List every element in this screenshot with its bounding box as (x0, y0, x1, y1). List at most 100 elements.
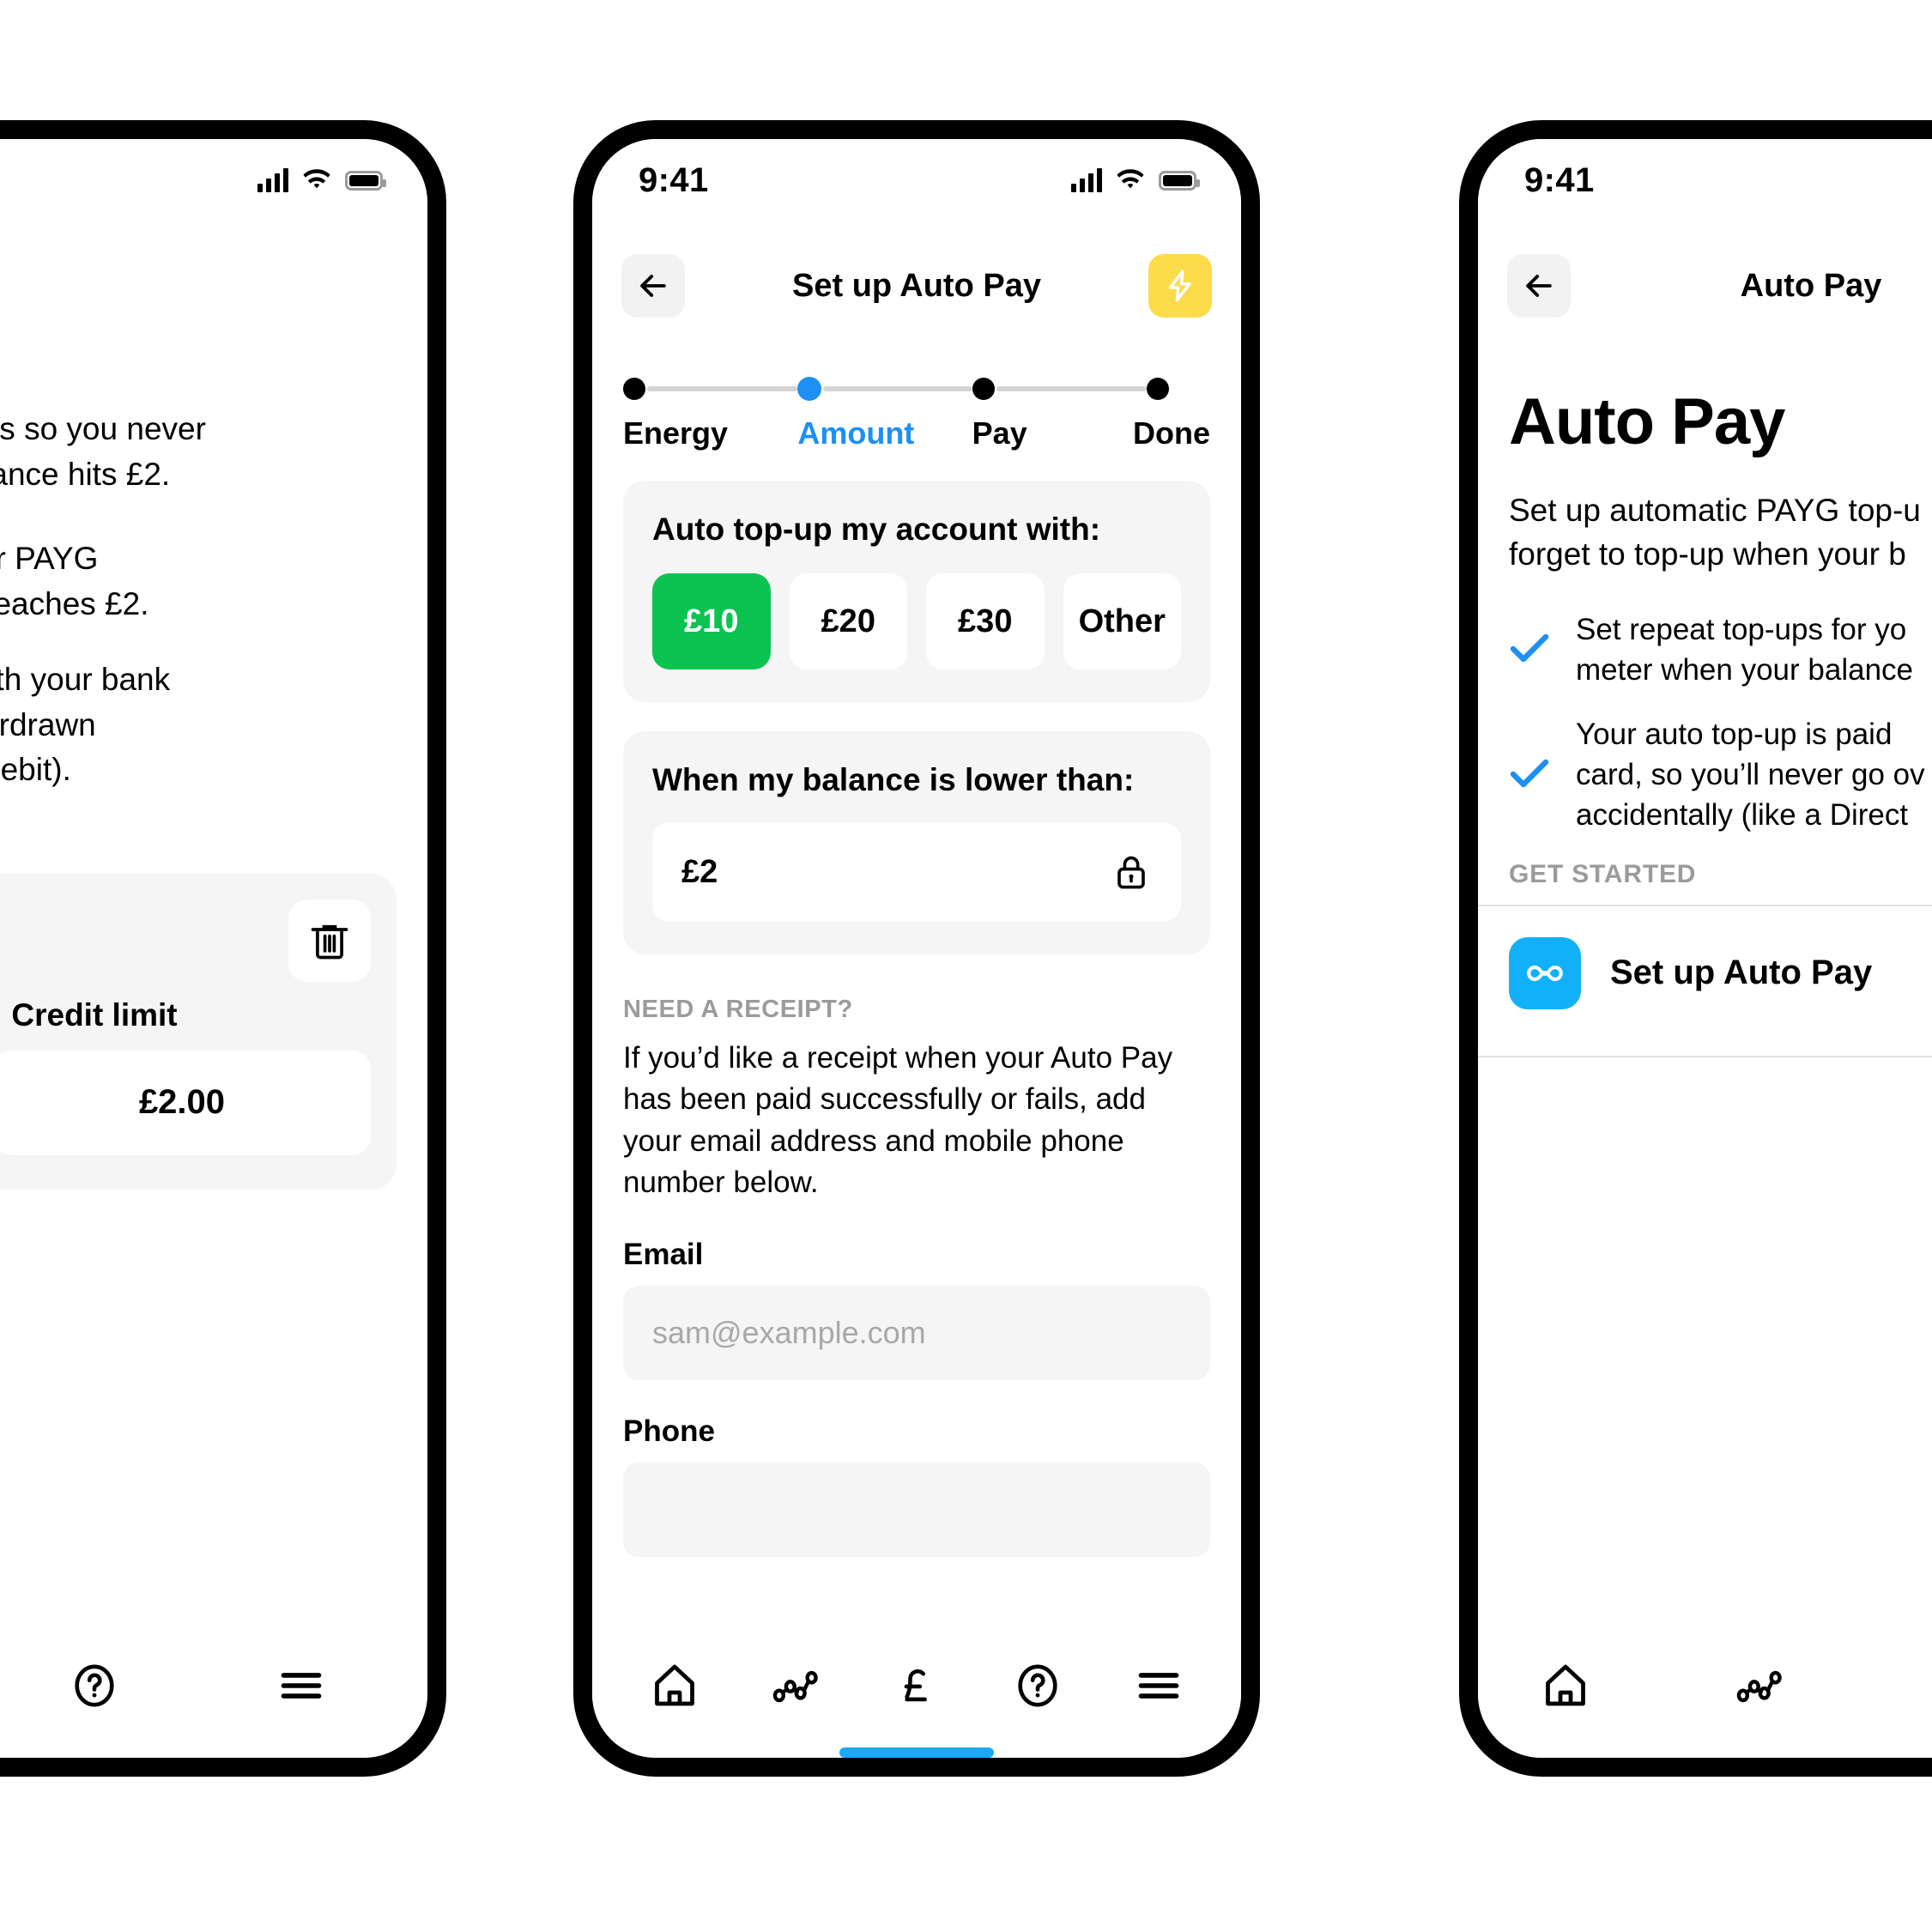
step-dot-active (797, 377, 822, 401)
screen-body-mid: Energy Amount Pay Done Auto top-up my ac… (592, 350, 1241, 1612)
tab-usage-mid[interactable] (754, 1644, 837, 1727)
home-icon (1546, 1664, 1585, 1705)
benefit-2-line-2: card, so you’ll never go ov (1576, 757, 1925, 791)
credit-limit-value[interactable]: £2.00 (0, 1050, 371, 1155)
tab-home-right[interactable] (1524, 1644, 1607, 1727)
step-energy[interactable]: Energy (623, 376, 798, 451)
lightning-bolt-icon (1168, 270, 1191, 302)
step-label: Pay (972, 415, 1027, 451)
right-intro-line-1: Set up automatic PAYG top-u (1509, 493, 1921, 528)
status-bar-right: 9:41 (1478, 139, 1932, 221)
amount-options: £10 £20 £30 Other (652, 573, 1181, 669)
email-placeholder: sam@example.com (652, 1315, 926, 1351)
amount-option-other[interactable]: Other (1063, 573, 1181, 669)
signal-icon (1071, 168, 1102, 192)
status-bar-mid: 9:41 (592, 139, 1241, 221)
lightning-action-button[interactable] (1148, 254, 1212, 318)
help-icon (75, 1663, 114, 1707)
trash-icon (311, 924, 348, 960)
progress-stepper: Energy Amount Pay Done (592, 350, 1241, 451)
left-bullet-line-5: (like a Direct Debit). (0, 752, 71, 788)
phone-right: 9:41 Auto Pay Auto Pay Set up automatic … (1459, 120, 1932, 1777)
credit-limit-card: Credit limit £2.00 (0, 873, 397, 1190)
amount-option-30[interactable]: £30 (926, 573, 1045, 669)
amount-option-10[interactable]: £10 (652, 573, 771, 669)
step-pay[interactable]: Pay (972, 376, 1147, 451)
screen-body-right: Auto Pay Set up automatic PAYG top-u for… (1478, 350, 1932, 1612)
wifi-icon (1117, 169, 1144, 189)
step-dot (623, 378, 645, 400)
balance-threshold-card: When my balance is lower than: £2 (623, 731, 1210, 954)
benefit-2-line-1: Your auto top-up is paid (1576, 717, 1893, 751)
wifi-icon (303, 169, 330, 189)
pound-icon (1929, 1661, 1932, 1711)
threshold-value: £2 (681, 853, 718, 890)
battery-icon (1159, 170, 1200, 191)
benefit-1-line-1: Set repeat top-ups for yo (1576, 613, 1907, 647)
step-bar (996, 386, 1147, 391)
step-dot (1146, 378, 1169, 400)
hero-title: Auto Pay (1509, 385, 1785, 458)
menu-icon (1138, 1672, 1178, 1699)
nav-bar-left: Auto Pay (0, 221, 427, 350)
screen-body-left: c PAYG top-ups so you never when your ba… (0, 350, 427, 1612)
benefit-text-2: Your auto top-up is paid card, so you’ll… (1576, 715, 1925, 836)
check-icon (1509, 756, 1550, 795)
right-intro-line-2: forget to top-up when your b (1509, 536, 1906, 572)
left-bullet-line-2: your balance reaches £2. (0, 585, 149, 621)
left-intro-line-2: when your balance hits £2. (0, 456, 171, 492)
credit-limit-row: £2.00 (0, 1050, 371, 1155)
status-time-right: 9:41 (1524, 160, 1595, 199)
lock-icon (1117, 856, 1145, 889)
receipt-paragraph: If you’d like a receipt when your Auto P… (623, 1041, 1173, 1199)
tab-menu-mid[interactable] (1117, 1644, 1200, 1727)
nav-bar-mid: Set up Auto Pay (592, 221, 1241, 350)
menu-icon (281, 1672, 322, 1699)
amount-option-20[interactable]: £20 (789, 573, 907, 669)
step-bar (823, 386, 972, 391)
check-icon (1509, 631, 1550, 669)
signal-icon (257, 168, 288, 192)
step-amount[interactable]: Amount (797, 376, 972, 451)
email-input[interactable]: sam@example.com (623, 1286, 1210, 1381)
tab-bar-right (1478, 1612, 1932, 1758)
screenshot-canvas: 9:41 Auto Pay c PAYG top-ups so you neve… (0, 0, 1932, 1932)
tab-usage-right[interactable] (1718, 1644, 1801, 1727)
list-item-setup-auto-pay[interactable]: Set up Auto Pay (1509, 906, 1932, 1040)
tab-menu-left[interactable] (260, 1644, 342, 1727)
tab-help-left[interactable] (53, 1644, 136, 1727)
threshold-field[interactable]: £2 (652, 822, 1181, 922)
help-icon (1018, 1663, 1057, 1707)
left-bullet-line-4: ll never go overdrawn (0, 706, 96, 742)
page-title-mid: Set up Auto Pay (792, 267, 1041, 304)
benefit-item-2: Your auto top-up is paid card, so you’ll… (1509, 715, 1932, 836)
list-item-label: Set up Auto Pay (1610, 954, 1873, 992)
status-time-mid: 9:41 (639, 160, 709, 199)
phone-label: Phone (623, 1414, 715, 1449)
delete-button[interactable] (288, 899, 371, 982)
home-icon (655, 1664, 695, 1705)
status-bar-left: 9:41 (0, 139, 427, 221)
benefit-item-1: Set repeat top-ups for yo meter when you… (1509, 610, 1932, 691)
tab-payments-mid[interactable] (875, 1644, 958, 1727)
receipt-section: NEED A RECEIPT? If you’d like a receipt … (592, 996, 1241, 1558)
back-button-right[interactable] (1507, 254, 1571, 318)
credit-limit-label: Credit limit (11, 996, 178, 1033)
tab-help-mid[interactable] (996, 1644, 1079, 1727)
topup-card-title: Auto top-up my account with: (652, 512, 1101, 547)
tab-home-mid[interactable] (633, 1644, 716, 1727)
back-arrow-icon (640, 275, 666, 297)
step-dot (972, 378, 995, 400)
step-done[interactable]: Done (1133, 376, 1210, 451)
receipt-kicker: NEED A RECEIPT? (623, 996, 853, 1023)
step-label: Done (1132, 415, 1210, 451)
tab-payments-right[interactable] (1912, 1644, 1932, 1727)
pound-icon (904, 1669, 927, 1701)
phone-input[interactable] (623, 1463, 1210, 1558)
list-divider-bottom (1478, 1055, 1932, 1057)
benefit-text-1: Set repeat top-ups for yo meter when you… (1576, 610, 1913, 691)
back-button[interactable] (621, 254, 685, 318)
left-bullet-line-1: op-ups for your PAYG (0, 541, 99, 577)
threshold-card-title: When my balance is lower than: (652, 762, 1135, 797)
tab-bar-left (0, 1612, 427, 1758)
